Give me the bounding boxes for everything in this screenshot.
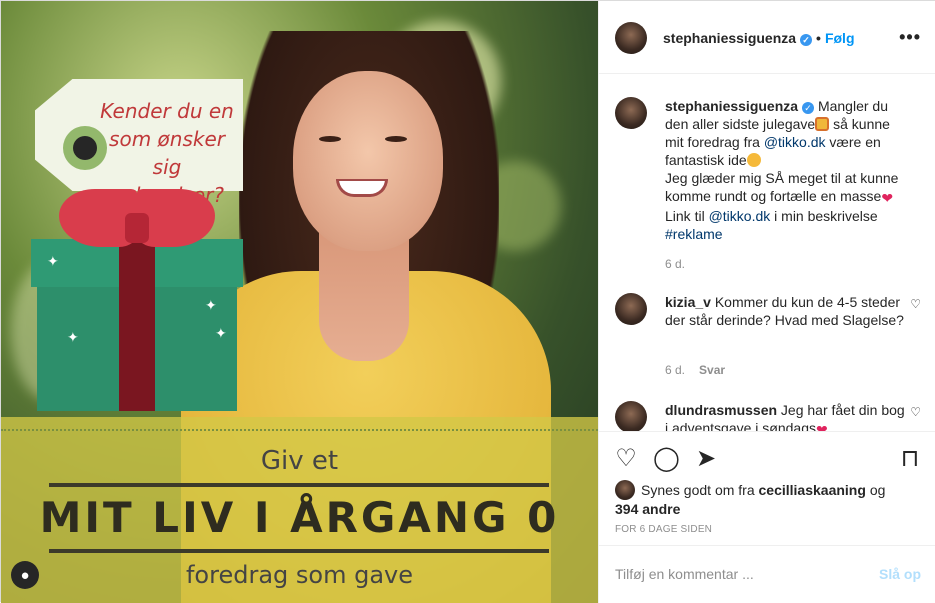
author-avatar[interactable] xyxy=(615,22,647,54)
commenter-username[interactable]: dlundrasmussen xyxy=(665,402,777,418)
comment-like-heart-icon[interactable]: ♡ xyxy=(910,297,921,311)
commenter-avatar[interactable] xyxy=(615,401,647,431)
post-actions: ♡ ◯ ➤ ⊓ Synes godt om fra cecilliaskaani… xyxy=(599,431,935,545)
person-eye xyxy=(385,136,407,142)
separator-dot: • xyxy=(816,30,821,46)
save-bookmark-icon[interactable]: ⊓ xyxy=(897,446,923,472)
likes-joiner: og xyxy=(869,482,886,498)
sparkle-icon: ✦ xyxy=(205,297,217,313)
follow-button[interactable]: Følg xyxy=(825,30,855,46)
reply-button[interactable]: Svar xyxy=(699,363,725,377)
heart-emoji-icon: ❤ xyxy=(881,190,894,206)
banner-top-text: Giv et xyxy=(260,446,339,476)
post-image[interactable]: Kender du en som ønsker sig oplevelser? … xyxy=(1,1,598,603)
gift-bow-knot xyxy=(125,213,149,243)
verified-badge-icon: ✓ xyxy=(802,102,815,114)
author-username[interactable]: stephaniessiguenza xyxy=(663,30,796,46)
comment-text: dlundrasmussen Jeg har fået din bog i ad… xyxy=(665,401,905,431)
comment-time[interactable]: 6 d. xyxy=(665,363,685,377)
verified-badge-icon: ✓ xyxy=(800,34,813,46)
liker-avatar[interactable] xyxy=(615,480,635,500)
mention-link[interactable]: @tikko.dk xyxy=(764,134,826,150)
comment-text: kizia_v Kommer du kun de 4-5 steder der … xyxy=(665,293,905,329)
garland-decoration xyxy=(1,429,598,445)
comment-composer: Slå op xyxy=(599,545,935,603)
mention-link[interactable]: @tikko.dk xyxy=(709,208,771,224)
instagram-post: Kender du en som ønsker sig oplevelser? … xyxy=(0,0,935,603)
gift-emoji-icon xyxy=(815,117,830,131)
like-heart-outline-icon[interactable]: ♡ xyxy=(613,446,639,472)
heart-emoji-icon: ❤ xyxy=(815,422,828,431)
banner-bottom-text: foredrag som gave xyxy=(185,561,413,589)
person-face xyxy=(293,71,443,251)
comment-item: kizia_v Kommer du kun de 4-5 steder der … xyxy=(615,293,921,383)
caption-username[interactable]: stephaniessiguenza xyxy=(665,98,798,114)
caption-line: i min beskrivelse xyxy=(774,208,878,224)
gift-ribbon xyxy=(119,239,155,411)
commenter-avatar[interactable] xyxy=(615,293,647,325)
banner-title: MIT LIV I ÅRGANG 0 xyxy=(39,493,560,542)
comment-input[interactable] xyxy=(615,564,855,584)
likes-summary: Synes godt om fra cecilliaskaaning og 39… xyxy=(615,480,915,518)
more-options-icon[interactable]: ••• xyxy=(899,27,921,48)
person-icon: ● xyxy=(20,566,30,584)
comment-icon[interactable]: ◯ xyxy=(653,446,680,472)
sparkle-icon: ✦ xyxy=(215,325,227,341)
caption-text: stephaniessiguenza ✓ Mangler du den aller… xyxy=(665,97,905,243)
person-eye xyxy=(319,136,341,142)
star-eyes-emoji-icon xyxy=(746,153,761,167)
caption-line: Link til xyxy=(665,208,705,224)
comment-item: dlundrasmussen Jeg har fået din bog i ad… xyxy=(615,401,921,431)
caption-line: Jeg glæder mig SÅ meget til at kunne kom… xyxy=(665,170,899,204)
post-comment-button[interactable]: Slå op xyxy=(879,566,921,582)
likes-others-link[interactable]: 394 andre xyxy=(615,501,680,517)
sparkle-icon: ✦ xyxy=(67,329,79,345)
comments-list[interactable]: stephaniessiguenza ✓ Mangler du den aller… xyxy=(599,75,935,431)
comment-like-heart-icon[interactable]: ♡ xyxy=(910,405,921,419)
user-tags-button[interactable]: ● xyxy=(11,561,39,589)
caption: stephaniessiguenza ✓ Mangler du den aller… xyxy=(615,97,921,287)
likes-prefix: Synes godt om fra xyxy=(641,482,755,498)
author-avatar[interactable] xyxy=(615,97,647,129)
caption-time[interactable]: 6 d. xyxy=(665,257,685,271)
comment-meta: 6 d. Svar xyxy=(665,363,725,377)
post-timestamp[interactable]: FOR 6 DAGE SIDEN xyxy=(615,524,712,535)
author-info: stephaniessiguenza ✓ • Følg xyxy=(663,30,855,46)
share-paper-plane-icon[interactable]: ➤ xyxy=(693,446,719,472)
post-header: stephaniessiguenza ✓ • Følg ••• xyxy=(599,1,935,74)
commenter-username[interactable]: kizia_v xyxy=(665,294,711,310)
sparkle-icon: ✦ xyxy=(47,253,59,269)
hashtag-link[interactable]: #reklame xyxy=(665,226,723,242)
post-details-panel: stephaniessiguenza ✓ • Følg ••• stephaniess… xyxy=(598,1,935,603)
banner-rule xyxy=(49,483,549,487)
banner-rule xyxy=(49,549,549,553)
liker-username[interactable]: cecilliaskaaning xyxy=(759,482,866,498)
